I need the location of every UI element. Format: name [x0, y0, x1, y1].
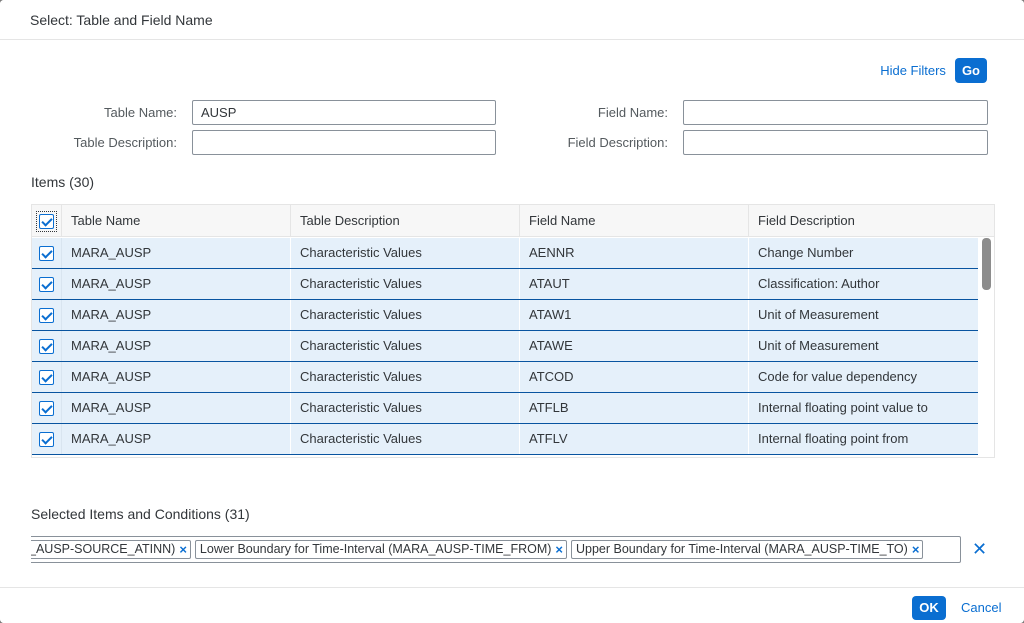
cell-table-description: Characteristic Values — [291, 300, 520, 330]
field-name-input[interactable] — [683, 100, 988, 125]
column-header-table-description[interactable]: Table Description — [291, 205, 520, 237]
table-scrollbar[interactable] — [978, 238, 994, 457]
cell-field-name: ATCOD — [520, 362, 749, 392]
go-button[interactable]: Go — [954, 58, 987, 83]
row-select-cell — [32, 362, 62, 392]
cell-table-description: Characteristic Values — [291, 362, 520, 392]
token-remove-icon[interactable]: × — [912, 541, 920, 558]
cell-field-description: Unit of Measurement — [758, 338, 879, 353]
cell-table-description: Characteristic Values — [291, 424, 520, 454]
dialog-header: Select: Table and Field Name — [0, 0, 1024, 40]
dialog-footer: OK Cancel — [0, 587, 1024, 623]
cell-field-description: Code for value dependency — [758, 369, 918, 384]
table-name-label: Table Name: — [104, 105, 177, 120]
cell-table-name: MARA_AUSP — [62, 269, 291, 299]
table-row[interactable]: MARA_AUSP Characteristic Values ATAUT Cl… — [32, 269, 978, 300]
items-title: Items (30) — [31, 174, 95, 190]
token[interactable]: Lower Boundary for Time-Interval (MARA_A… — [194, 540, 567, 559]
row-select-cell — [32, 331, 62, 361]
table-row[interactable]: MARA_AUSP Characteristic Values ATFLV In… — [32, 424, 978, 455]
token-remove-icon[interactable]: × — [555, 541, 563, 558]
dialog-title: Select: Table and Field Name — [30, 12, 213, 28]
token-list: _AUSP-SOURCE_ATINN) × Lower Boundary for… — [31, 540, 927, 559]
cell-field-description: Unit of Measurement — [758, 307, 879, 322]
cell-table-name: MARA_AUSP — [62, 331, 291, 361]
row-checkbox[interactable] — [39, 400, 54, 416]
cell-field-description: Classification: Author — [758, 276, 880, 291]
table-row[interactable]: MARA_AUSP Characteristic Values ATCOD Co… — [32, 362, 978, 393]
selected-items-title: Selected Items and Conditions (31) — [31, 506, 250, 522]
selected-tokens-field[interactable]: _AUSP-SOURCE_ATINN) × Lower Boundary for… — [31, 536, 961, 563]
cell-table-name: MARA_AUSP — [62, 393, 291, 423]
row-checkbox[interactable] — [39, 276, 54, 292]
cell-table-name: MARA_AUSP — [62, 424, 291, 454]
cell-table-description: Characteristic Values — [291, 269, 520, 299]
token-label: Lower Boundary for Time-Interval (MARA_A… — [199, 542, 552, 556]
cell-table-name: MARA_AUSP — [62, 362, 291, 392]
table-name-input[interactable]: AUSP — [192, 100, 496, 125]
cell-table-name: MARA_AUSP — [62, 300, 291, 330]
token[interactable]: Upper Boundary for Time-Interval (MARA_A… — [571, 540, 924, 559]
field-description-input[interactable] — [683, 130, 988, 155]
table-description-label: Table Description: — [73, 135, 177, 150]
column-header-field-name[interactable]: Field Name — [520, 205, 749, 237]
table-row[interactable]: MARA_AUSP Characteristic Values ATAW1 Un… — [32, 300, 978, 331]
column-header-field-description[interactable]: Field Description — [749, 205, 978, 237]
hide-filters-link[interactable]: Hide Filters — [880, 63, 946, 78]
cell-field-description: Internal floating point value to — [758, 400, 928, 415]
cell-field-name: ATAWE — [520, 331, 749, 361]
row-checkbox[interactable] — [39, 245, 54, 261]
field-name-label: Field Name: — [597, 105, 668, 120]
row-select-cell — [32, 393, 62, 423]
table-body: MARA_AUSP Characteristic Values AENNR Ch… — [32, 238, 978, 455]
select-all-focus — [36, 210, 57, 232]
cancel-button[interactable]: Cancel — [961, 600, 1001, 615]
field-description-label: Field Description: — [567, 135, 668, 150]
row-checkbox[interactable] — [39, 307, 54, 323]
items-table: Table Name Table Description Field Name … — [31, 204, 995, 458]
table-header: Table Name Table Description Field Name … — [32, 205, 978, 237]
token-label: _AUSP-SOURCE_ATINN) — [31, 542, 176, 556]
table-description-input[interactable] — [192, 130, 496, 155]
cell-table-name: MARA_AUSP — [62, 238, 291, 268]
cell-field-name: ATAUT — [520, 269, 749, 299]
cell-field-description: Internal floating point from — [758, 431, 909, 446]
row-checkbox[interactable] — [39, 369, 54, 385]
select-all-checkbox[interactable] — [39, 213, 54, 229]
token-remove-icon[interactable]: × — [179, 541, 187, 558]
cell-table-description: Characteristic Values — [291, 238, 520, 268]
row-checkbox[interactable] — [39, 431, 54, 447]
select-table-field-dialog: Select: Table and Field Name Hide Filter… — [0, 0, 1024, 623]
row-select-cell — [32, 300, 62, 330]
filterbar-actions: Hide Filters Go — [880, 58, 987, 83]
select-all-cell — [32, 205, 62, 237]
table-row[interactable]: MARA_AUSP Characteristic Values ATAWE Un… — [32, 331, 978, 362]
scrollbar-header-spacer — [978, 205, 994, 237]
cell-field-name: ATFLV — [520, 424, 749, 454]
cell-table-description: Characteristic Values — [291, 393, 520, 423]
cell-field-name: AENNR — [520, 238, 749, 268]
cell-table-description: Characteristic Values — [291, 331, 520, 361]
row-select-cell — [32, 269, 62, 299]
ok-button[interactable]: OK — [912, 596, 946, 620]
row-checkbox[interactable] — [39, 338, 54, 354]
token[interactable]: _AUSP-SOURCE_ATINN) × — [31, 540, 191, 559]
table-row[interactable]: MARA_AUSP Characteristic Values AENNR Ch… — [32, 238, 978, 269]
table-scrollbar-thumb[interactable] — [982, 238, 991, 290]
cell-field-name: ATAW1 — [520, 300, 749, 330]
row-select-cell — [32, 238, 62, 268]
table-row[interactable]: MARA_AUSP Characteristic Values ATFLB In… — [32, 393, 978, 424]
column-header-table-name[interactable]: Table Name — [62, 205, 291, 237]
clear-all-tokens-icon[interactable]: ✕ — [972, 540, 987, 558]
token-label: Upper Boundary for Time-Interval (MARA_A… — [576, 542, 908, 556]
cell-field-description: Change Number — [758, 245, 854, 260]
cell-field-name: ATFLB — [520, 393, 749, 423]
row-select-cell — [32, 424, 62, 454]
